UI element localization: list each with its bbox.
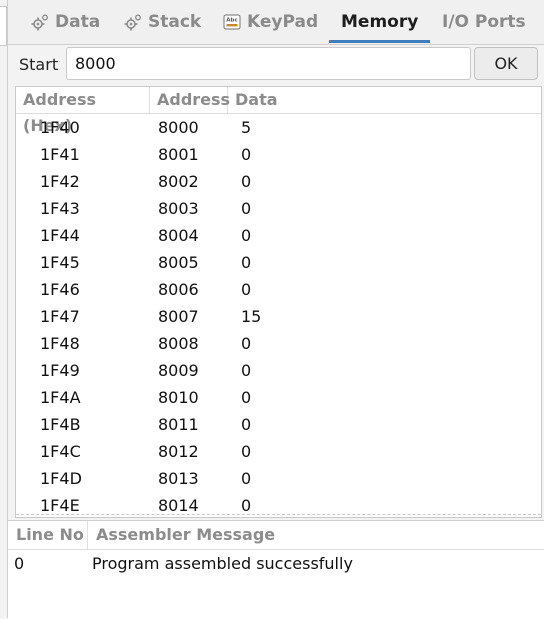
table-row[interactable]: 1F4C 8012 0 — [16, 438, 541, 465]
address-hex-cell: 1F49 — [40, 361, 80, 380]
table-row[interactable]: 1F46 8006 0 — [16, 276, 541, 303]
address-cell: 8013 — [158, 469, 199, 488]
address-hex-cell: 1F46 — [40, 280, 80, 299]
tab-bar: Data Stack Abc KeyPad Memory I/O Ports — [8, 0, 544, 45]
column-header-assembler-message[interactable]: Assembler Message — [88, 521, 544, 549]
data-cell: 0 — [241, 253, 252, 272]
data-cell: 0 — [241, 226, 252, 245]
address-cell: 8009 — [158, 361, 199, 380]
data-cell: 0 — [241, 388, 252, 407]
table-row[interactable]: 1F41 8001 0 — [16, 141, 541, 168]
gear-icon — [124, 14, 141, 31]
svg-text:Abc: Abc — [226, 18, 237, 24]
address-cell: 8006 — [158, 280, 199, 299]
memory-table: Address (Hex) Address Data 1F40 8000 5 1F41… — [15, 86, 542, 518]
column-header-address-hex[interactable]: Address (Hex) — [16, 87, 150, 135]
data-cell: 5 — [241, 118, 252, 137]
address-cell: 8004 — [158, 226, 199, 245]
tab-keypad[interactable]: Abc KeyPad — [223, 0, 318, 44]
table-row[interactable]: 1F4A 8010 0 — [16, 384, 541, 411]
data-cell: 0 — [241, 172, 252, 191]
column-header-line-no[interactable]: Line No — [8, 521, 88, 549]
data-cell: 15 — [241, 307, 262, 326]
left-pane-field[interactable] — [0, 6, 7, 46]
line-no-cell: 0 — [14, 554, 25, 573]
table-row[interactable]: 1F43 8003 0 — [16, 195, 541, 222]
address-cell: 8012 — [158, 442, 199, 461]
table-row[interactable]: 1F4B 8011 0 — [16, 411, 541, 438]
table-row[interactable]: 1F48 8008 0 — [16, 330, 541, 357]
start-address-input[interactable] — [66, 47, 471, 80]
tab-memory[interactable]: Memory — [329, 0, 431, 44]
tab-data-label: Data — [55, 12, 101, 32]
table-row[interactable]: 1F47 8007 15 — [16, 303, 541, 330]
data-cell: 0 — [241, 442, 252, 461]
memory-table-header: Address (Hex) Address Data — [16, 87, 541, 135]
address-cell: 8001 — [158, 145, 199, 164]
start-label: Start — [19, 55, 59, 74]
address-cell: 8002 — [158, 172, 199, 191]
address-hex-cell: 1F40 — [40, 118, 80, 137]
tab-stack-label: Stack — [148, 12, 202, 32]
column-header-address[interactable]: Address — [150, 87, 230, 113]
tab-memory-label: Memory — [341, 12, 419, 32]
address-cell: 8007 — [158, 307, 199, 326]
keypad-icon: Abc — [223, 14, 241, 30]
address-cell: 8008 — [158, 334, 199, 353]
address-hex-cell: 1F47 — [40, 307, 80, 326]
table-row[interactable]: 1F49 8009 0 — [16, 357, 541, 384]
address-hex-cell: 1F4A — [40, 388, 81, 407]
table-row[interactable]: 1F40 8000 5 — [16, 114, 541, 141]
address-hex-cell: 1F45 — [40, 253, 80, 272]
column-header-data[interactable]: Data — [228, 87, 541, 113]
address-hex-cell: 1F4C — [40, 442, 81, 461]
gear-icon — [31, 14, 48, 31]
address-cell: 8003 — [158, 199, 199, 218]
tab-stack[interactable]: Stack — [124, 0, 201, 44]
tab-keypad-label: KeyPad — [247, 12, 319, 32]
address-cell: 8011 — [158, 415, 199, 434]
address-hex-cell: 1F42 — [40, 172, 80, 191]
tab-io-ports[interactable]: I/O Ports — [442, 0, 526, 44]
ok-button[interactable]: OK — [474, 47, 538, 80]
data-cell: 0 — [241, 145, 252, 164]
message-row[interactable]: 0 Program assembled successfully — [8, 550, 544, 578]
table-row[interactable]: 1F44 8004 0 — [16, 222, 541, 249]
address-cell: 8005 — [158, 253, 199, 272]
message-table-header: Line No Assembler Message — [8, 521, 544, 550]
address-cell: 8010 — [158, 388, 199, 407]
address-hex-cell: 1F44 — [40, 226, 80, 245]
table-row[interactable]: 1F4D 8013 0 — [16, 465, 541, 492]
address-hex-cell: 1F4B — [40, 415, 81, 434]
address-hex-cell: 1F48 — [40, 334, 80, 353]
table-row[interactable]: 1F42 8002 0 — [16, 168, 541, 195]
left-pane-edge — [0, 0, 8, 618]
active-tab-indicator — [329, 40, 431, 43]
data-cell: 0 — [241, 280, 252, 299]
start-address-row: Start OK — [8, 44, 544, 88]
table-row[interactable]: 1F45 8005 0 — [16, 249, 541, 276]
data-cell: 0 — [241, 415, 252, 434]
assembler-message-panel: Line No Assembler Message 0 Program assem… — [8, 520, 544, 619]
table-bottom-divider — [16, 514, 541, 515]
tab-data[interactable]: Data — [31, 0, 100, 44]
data-cell: 0 — [241, 199, 252, 218]
address-hex-cell: 1F43 — [40, 199, 80, 218]
address-hex-cell: 1F41 — [40, 145, 80, 164]
tab-io-ports-label: I/O Ports — [442, 12, 526, 32]
assembler-message-cell: Program assembled successfully — [92, 554, 353, 573]
data-cell: 0 — [241, 469, 252, 488]
data-cell: 0 — [241, 334, 252, 353]
address-cell: 8000 — [158, 118, 199, 137]
address-hex-cell: 1F4D — [40, 469, 82, 488]
data-cell: 0 — [241, 361, 252, 380]
